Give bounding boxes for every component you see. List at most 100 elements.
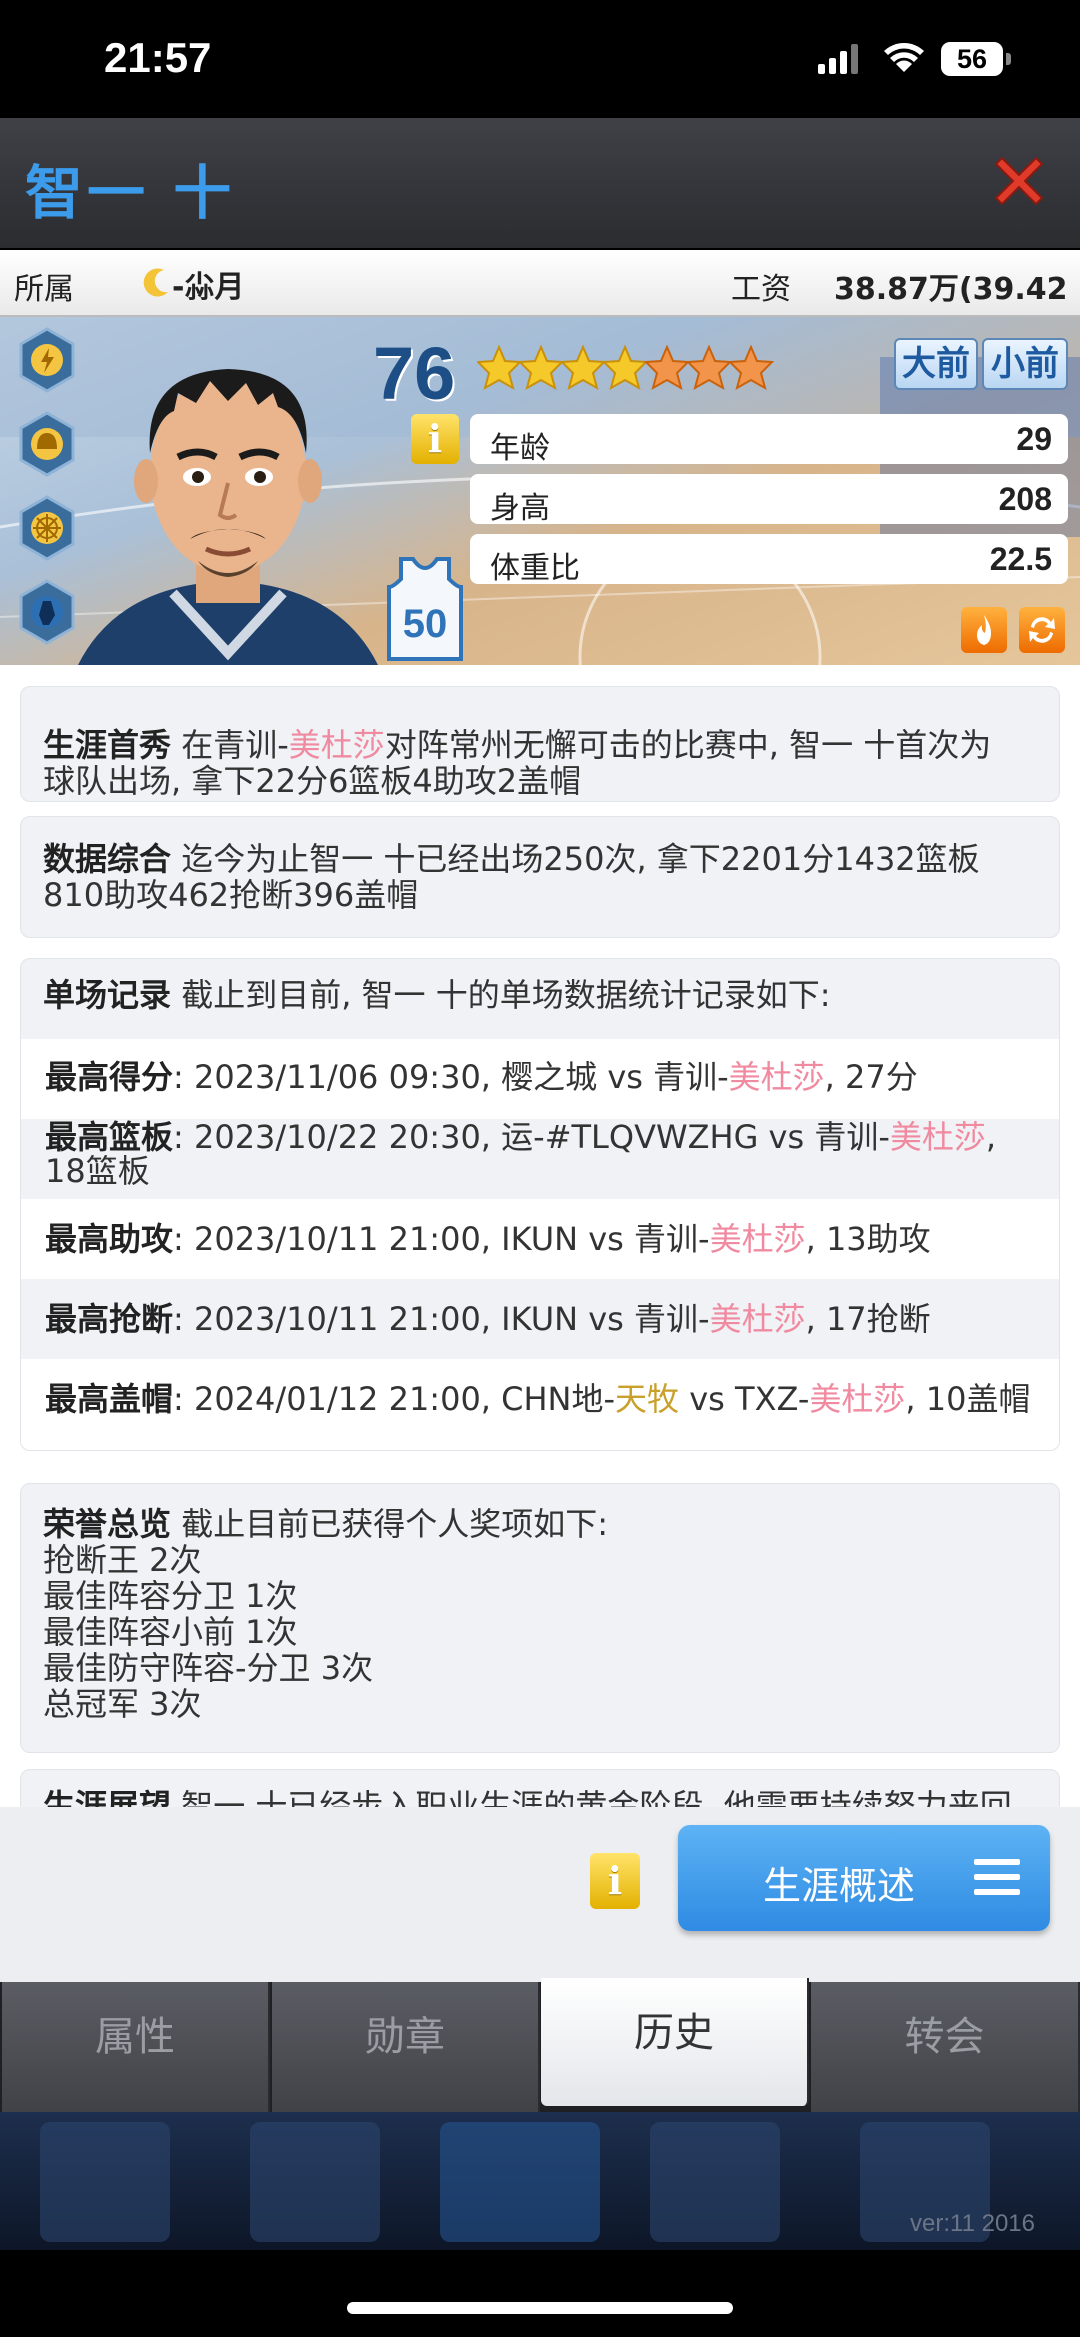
record-row-blocks: 最高盖帽: 2024/01/12 21:00, CHN地-天牧 vs TXZ-美… (21, 1359, 1059, 1450)
close-icon[interactable] (990, 152, 1048, 210)
record-text: : 2023/11/06 09:30, 樱之城 vs 青训- (173, 1058, 729, 1096)
overall-rating: 76 (373, 332, 456, 415)
record-row-rebounds: 最高篮板: 2023/10/22 20:30, 运-#TLQVWZHG vs 青… (21, 1118, 1059, 1199)
honors-header: 荣誉总览 截止目前已获得个人奖项如下: (43, 1506, 608, 1542)
title-bar: 智一 十 (0, 118, 1080, 248)
home-indicator[interactable] (347, 2302, 733, 2314)
stat-label: 身高 (490, 491, 550, 526)
menu-icon (974, 1859, 1020, 1904)
swap-icon[interactable] (1019, 607, 1065, 653)
career-outlook-card: 生涯展望 智一 十已经步入职业生涯的黄金阶段, 他需要持续努力来回 (20, 1769, 1060, 1807)
single-game-records-card: 单场记录 截止到目前, 智一 十的单场数据统计记录如下: 最高得分: 2023/… (20, 958, 1060, 1451)
debut-line-2: 球队出场, 拿下22分6篮板4助攻2盖帽 (43, 762, 582, 800)
skill-badge-helmet-icon[interactable] (17, 411, 77, 477)
stat-row-weight-ratio: 体重比 22.5 (470, 534, 1068, 586)
record-text: : 2023/10/11 21:00, IKUN vs 青训- (173, 1300, 710, 1338)
status-bar: 21:57 56 (0, 0, 1080, 118)
record-text: 18篮板 (45, 1152, 150, 1190)
career-debut-card: 生涯首秀 在青训-美杜莎对阵常州无懈可击的比赛中, 智一 十首次为 球队出场, … (20, 686, 1060, 802)
tab-bar: 属性 勋章 历史 转会 (0, 1978, 1080, 2112)
summary-line-2: 810助攻462抢断396盖帽 (43, 876, 419, 914)
clock: 21:57 (104, 34, 212, 81)
skill-badge-lightning-icon[interactable] (17, 327, 77, 393)
player-avatar (78, 369, 378, 665)
honor-item: 最佳阵容小前 1次 (43, 1613, 298, 1651)
history-content[interactable]: 生涯首秀 在青训-美杜莎对阵常州无懈可击的比赛中, 智一 十首次为 球队出场, … (0, 665, 1080, 1807)
tab-medals[interactable]: 勋章 (272, 1982, 540, 2112)
home-indicator-area (0, 2250, 1080, 2337)
data-summary-card: 数据综合 迄今为止智一 十已经出场250次, 拿下2201分1432篮板 810… (20, 816, 1060, 938)
career-overview-button[interactable]: 生涯概述 (678, 1825, 1050, 1931)
honors-title: 荣誉总览 (43, 1505, 172, 1543)
honor-item: 抢断王 2次 (43, 1541, 202, 1579)
wage-label: 工资 (731, 272, 791, 307)
skill-badge-defender-icon[interactable] (17, 579, 77, 645)
honor-item: 最佳阵容分卫 1次 (43, 1577, 298, 1615)
stat-label: 体重比 (490, 551, 580, 586)
record-row-assists: 最高助攻: 2023/10/11 21:00, IKUN vs 青训-美杜莎, … (21, 1199, 1059, 1279)
team-link[interactable]: 美杜莎 (289, 726, 385, 764)
outlook-title: 生涯展望 (43, 1787, 172, 1807)
stat-value: 29 (1016, 421, 1052, 457)
team-link[interactable]: 美杜莎 (710, 1300, 806, 1338)
team-name[interactable]: -尛月 (172, 262, 244, 306)
version-label: ver:11 2016 (910, 2210, 1035, 2237)
stat-label: 年龄 (490, 431, 550, 466)
record-text: : 2023/10/22 20:30, 运-#TLQVWZHG vs 青训- (173, 1118, 890, 1156)
records-header: 单场记录 截止到目前, 智一 十的单场数据统计记录如下: (43, 977, 831, 1013)
record-row-steals: 最高抢断: 2023/10/11 21:00, IKUN vs 青训-美杜莎, … (21, 1279, 1059, 1359)
stat-row-height: 身高 208 (470, 474, 1068, 526)
summary-title: 数据综合 (43, 840, 172, 878)
info-icon[interactable]: i (590, 1853, 640, 1909)
record-row-points: 最高得分: 2023/11/06 09:30, 樱之城 vs 青训-美杜莎, 2… (21, 1039, 1059, 1119)
bottom-action-bar: i 生涯概述 (0, 1807, 1080, 1982)
debut-line-1: 生涯首秀 在青训-美杜莎对阵常州无懈可击的比赛中, 智一 十首次为 (43, 727, 991, 763)
honors-intro: 截止目前已获得个人奖项如下: (171, 1505, 608, 1543)
team-wage-bar: 所属 -尛月 工资 38.87万(39.42万) (0, 250, 1080, 351)
tab-transfer[interactable]: 转会 (811, 1982, 1080, 2112)
honor-item: 总冠军 3次 (43, 1685, 202, 1723)
honors-overview-card: 荣誉总览 截止目前已获得个人奖项如下: 抢断王 2次 最佳阵容分卫 1次 最佳阵… (20, 1483, 1060, 1753)
team-link[interactable]: 美杜莎 (710, 1220, 806, 1258)
wifi-icon (884, 43, 924, 72)
records-intro: 截止到目前, 智一 十的单场数据统计记录如下: (171, 976, 831, 1014)
record-label: 最高抢断 (45, 1300, 174, 1338)
star-rating (477, 346, 773, 389)
records-title: 单场记录 (43, 976, 172, 1014)
record-text: : 2024/01/12 21:00, CHN地- (173, 1380, 616, 1418)
jersey-number: 50 (403, 602, 448, 646)
team-label: 所属 (14, 272, 74, 307)
team-link[interactable]: 美杜莎 (890, 1118, 986, 1156)
outlook-line: 生涯展望 智一 十已经步入职业生涯的黄金阶段, 他需要持续努力来回 (43, 1788, 1012, 1807)
team-link[interactable]: 美杜莎 (809, 1380, 905, 1418)
fire-icon[interactable] (961, 607, 1007, 653)
info-icon[interactable]: i (411, 414, 459, 464)
battery-tip (1006, 53, 1011, 65)
record-text: : 2023/10/11 21:00, IKUN vs 青训- (173, 1220, 710, 1258)
team-link[interactable]: 美杜莎 (729, 1058, 825, 1096)
battery-icon: 56 (941, 42, 1003, 76)
record-text: , 27分 (824, 1058, 918, 1096)
tab-history[interactable]: 历史 (541, 1978, 809, 2106)
record-label: 最高盖帽 (45, 1380, 174, 1418)
team-link[interactable]: 天牧 (615, 1380, 679, 1418)
debut-text: 对阵常州无懈可击的比赛中, 智一 十首次为 (384, 726, 992, 764)
player-hero-panel: 76 大前 小前 i 年龄 29 身高 208 体重比 22.5 50 (0, 317, 1080, 665)
record-label: 最高篮板 (45, 1118, 174, 1156)
record-label: 最高得分 (45, 1058, 174, 1096)
debut-title: 生涯首秀 (43, 726, 172, 764)
record-text: , 17抢断 (805, 1300, 931, 1338)
player-name-title: 智一 十 (25, 159, 236, 227)
stat-value: 208 (998, 481, 1052, 517)
skill-badge-web-icon[interactable] (17, 495, 77, 561)
position-badge-sf[interactable]: 小前 (982, 338, 1068, 390)
position-badge-pf[interactable]: 大前 (894, 338, 978, 390)
tab-attributes[interactable]: 属性 (2, 1982, 270, 2112)
record-text: , 10盖帽 (905, 1380, 1031, 1418)
outlook-text: 智一 十已经步入职业生涯的黄金阶段, 他需要持续努力来回 (171, 1787, 1012, 1807)
summary-text: 迄今为止智一 十已经出场250次, 拿下2201分1432篮板 (171, 840, 980, 878)
stat-value: 22.5 (989, 541, 1052, 577)
record-text: , (985, 1118, 997, 1156)
honor-item: 最佳防守阵容-分卫 3次 (43, 1649, 374, 1687)
moon-icon (143, 268, 168, 297)
